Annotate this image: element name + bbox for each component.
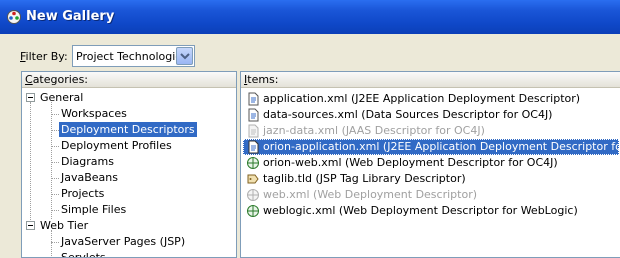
window-title: New Gallery — [26, 9, 115, 24]
items-header: Items: — [241, 72, 620, 88]
web-descriptor-icon — [247, 157, 259, 169]
web-descriptor-icon — [247, 205, 259, 217]
item-jazn-data-xml: jazn-data.xml (JAAS Descriptor for OC4J) — [243, 123, 619, 139]
item-orion-application-xml[interactable]: orion-application.xml (J2EE Application … — [243, 139, 620, 155]
item-weblogic-xml[interactable]: weblogic.xml (Web Deployment Descriptor … — [243, 203, 619, 219]
item-taglib-tld[interactable]: taglib.tld (JSP Tag Library Descriptor) — [243, 171, 619, 187]
category-javabeans[interactable]: JavaBeans — [59, 170, 120, 186]
category-workspaces[interactable]: Workspaces — [59, 106, 129, 122]
category-jsp[interactable]: JavaServer Pages (JSP) — [59, 234, 187, 250]
xml-file-icon — [248, 108, 259, 122]
web-descriptor-icon — [247, 189, 259, 201]
category-general[interactable]: General — [38, 90, 85, 106]
category-deployment-descriptors[interactable]: Deployment Descriptors — [59, 122, 197, 138]
item-data-sources-xml[interactable]: data-sources.xml (Data Sources Descripto… — [243, 107, 619, 123]
category-projects[interactable]: Projects — [59, 186, 106, 202]
filter-dropdown[interactable]: Project Technologies — [72, 45, 195, 67]
tag-library-icon — [247, 174, 259, 184]
filter-label: Filter By: — [20, 50, 68, 63]
chevron-down-icon — [180, 53, 190, 60]
gallery-icon — [7, 10, 21, 24]
item-web-xml: web.xml (Web Deployment Descriptor) — [243, 187, 619, 203]
xml-file-icon — [248, 124, 259, 138]
dropdown-button[interactable] — [176, 47, 193, 65]
category-diagrams[interactable]: Diagrams — [59, 154, 116, 170]
categories-header: Categories: — [22, 72, 236, 88]
category-servlets[interactable]: Servlets — [59, 250, 108, 257]
items-list[interactable]: Items: application.xml (J2EE Application… — [240, 71, 620, 258]
category-web-tier[interactable]: Web Tier — [38, 218, 90, 234]
filter-value: Project Technologies — [76, 50, 188, 63]
collapse-general-toggle[interactable] — [26, 93, 35, 102]
item-orion-web-xml[interactable]: orion-web.xml (Web Deployment Descriptor… — [243, 155, 619, 171]
title-bar[interactable]: New Gallery — [0, 0, 620, 34]
xml-file-icon — [248, 140, 259, 154]
item-application-xml[interactable]: application.xml (J2EE Application Deploy… — [243, 91, 619, 107]
categories-tree[interactable]: Categories: General Workspaces Deploymen… — [21, 71, 237, 258]
xml-file-icon — [248, 92, 259, 106]
category-simple-files[interactable]: Simple Files — [59, 202, 128, 218]
category-deployment-profiles[interactable]: Deployment Profiles — [59, 138, 174, 154]
collapse-web-tier-toggle[interactable] — [26, 221, 35, 230]
